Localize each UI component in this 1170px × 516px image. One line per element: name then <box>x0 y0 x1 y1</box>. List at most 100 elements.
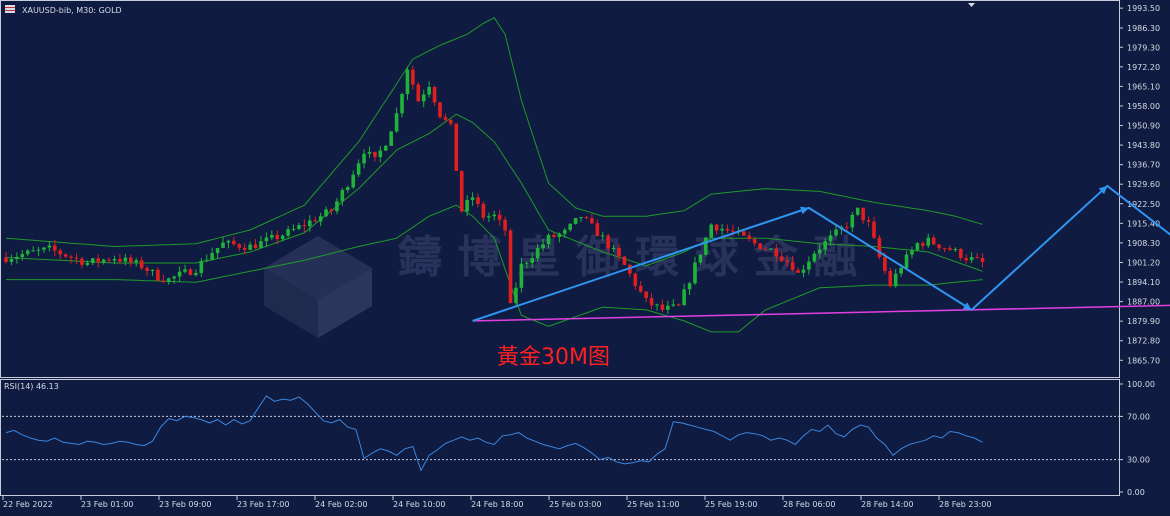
symbol-title: XAUUSD-bib, M30: GOLD <box>22 6 122 15</box>
candle-body <box>36 249 41 251</box>
rsi-tick-label: 70.00 <box>1127 412 1150 421</box>
candle-body <box>91 258 95 263</box>
candle-body <box>845 227 849 229</box>
candle-body <box>80 258 84 265</box>
candle-body <box>508 230 513 303</box>
candle-body <box>248 244 252 250</box>
candle-body <box>660 304 665 310</box>
candle-body <box>921 243 925 246</box>
candle-body <box>280 235 285 240</box>
candle-body <box>671 304 676 306</box>
candle-body <box>622 256 627 265</box>
candle-body <box>568 223 572 230</box>
candle-body <box>497 214 502 220</box>
candle-body <box>915 243 920 251</box>
candle-body <box>790 262 795 271</box>
candle-body <box>519 263 524 288</box>
price-tick-label: 1950.90 <box>1127 122 1160 131</box>
candle-body <box>817 249 822 254</box>
symbol-icon-stripe <box>5 7 15 8</box>
candle-body <box>264 237 269 242</box>
candle-body <box>807 261 811 270</box>
candle-body <box>438 102 442 118</box>
candle-body <box>828 235 833 242</box>
candle-body <box>400 94 404 114</box>
candle-body <box>541 244 545 249</box>
candle-body <box>297 225 301 229</box>
candle-body <box>525 262 529 264</box>
candle-body <box>128 257 133 263</box>
candle-body <box>221 242 225 248</box>
candle-body <box>199 260 204 273</box>
candle-body <box>812 253 817 262</box>
candle-body <box>107 259 111 261</box>
candle-body <box>226 240 231 243</box>
time-tick-label: 28 Feb 14:00 <box>861 500 913 509</box>
time-tick-label: 25 Feb 03:00 <box>549 500 601 509</box>
candle-body <box>964 258 969 261</box>
candle-body <box>340 190 345 202</box>
symbol-icon-stripe <box>5 10 15 11</box>
candle-body <box>324 209 328 217</box>
candle-body <box>693 262 697 284</box>
candle-body <box>975 257 979 259</box>
time-tick-label: 23 Feb 17:00 <box>237 500 289 509</box>
candle-body <box>850 214 855 228</box>
candle-body <box>443 117 448 120</box>
candle-body <box>649 298 654 306</box>
candle-body <box>774 248 779 257</box>
candle-body <box>259 241 263 249</box>
candle-body <box>487 216 491 218</box>
candle-body <box>676 304 681 306</box>
candle-body <box>698 254 703 263</box>
time-tick-label: 23 Feb 09:00 <box>159 500 211 509</box>
candle-body <box>606 235 610 249</box>
time-tick-label: 23 Feb 01:00 <box>81 500 133 509</box>
candle-body <box>96 258 101 263</box>
candle-body <box>123 257 128 262</box>
candle-body <box>823 241 827 250</box>
candle-body <box>785 260 789 263</box>
candle-body <box>286 229 290 236</box>
candle-body <box>747 235 752 239</box>
candle-body <box>367 151 372 154</box>
price-tick-label: 1993.50 <box>1127 4 1160 13</box>
candle-body <box>156 269 160 281</box>
price-tick-label: 1986.30 <box>1127 24 1160 33</box>
candle-body <box>758 243 762 250</box>
candle-body <box>308 220 312 227</box>
time-tick-label: 24 Feb 10:00 <box>393 500 445 509</box>
candle-body <box>584 217 589 219</box>
candle-body <box>291 228 296 230</box>
candle-body <box>931 237 936 245</box>
candle-body <box>980 257 985 262</box>
candle-body <box>546 234 551 245</box>
candle-body <box>42 247 46 250</box>
price-tick-label: 1894.10 <box>1127 278 1160 287</box>
candle-body <box>9 259 14 262</box>
watermark-text: 鑄 博 皇 御 環 球 金 融 <box>398 232 857 283</box>
time-tick-label: 28 Feb 06:00 <box>783 500 835 509</box>
candle-body <box>112 258 117 261</box>
candle-body <box>421 94 426 102</box>
candle-body <box>535 248 540 259</box>
candle-body <box>150 269 155 271</box>
time-tick-label: 25 Feb 11:00 <box>627 500 679 509</box>
candle-body <box>204 259 209 261</box>
candle-body <box>557 233 562 237</box>
candle-body <box>796 270 800 273</box>
price-tick-label: 1865.70 <box>1127 356 1160 365</box>
candle-body <box>655 304 659 306</box>
candle-body <box>432 86 437 103</box>
candle-body <box>329 209 334 212</box>
candle-body <box>31 250 35 252</box>
candle-body <box>476 197 480 204</box>
candle-body <box>590 218 594 224</box>
candle-body <box>611 247 616 249</box>
candle-body <box>253 244 258 249</box>
candle-body <box>362 153 366 164</box>
candle-body <box>394 113 399 132</box>
candle-body <box>20 254 25 257</box>
candle-body <box>194 272 198 276</box>
candle-body <box>166 278 171 282</box>
